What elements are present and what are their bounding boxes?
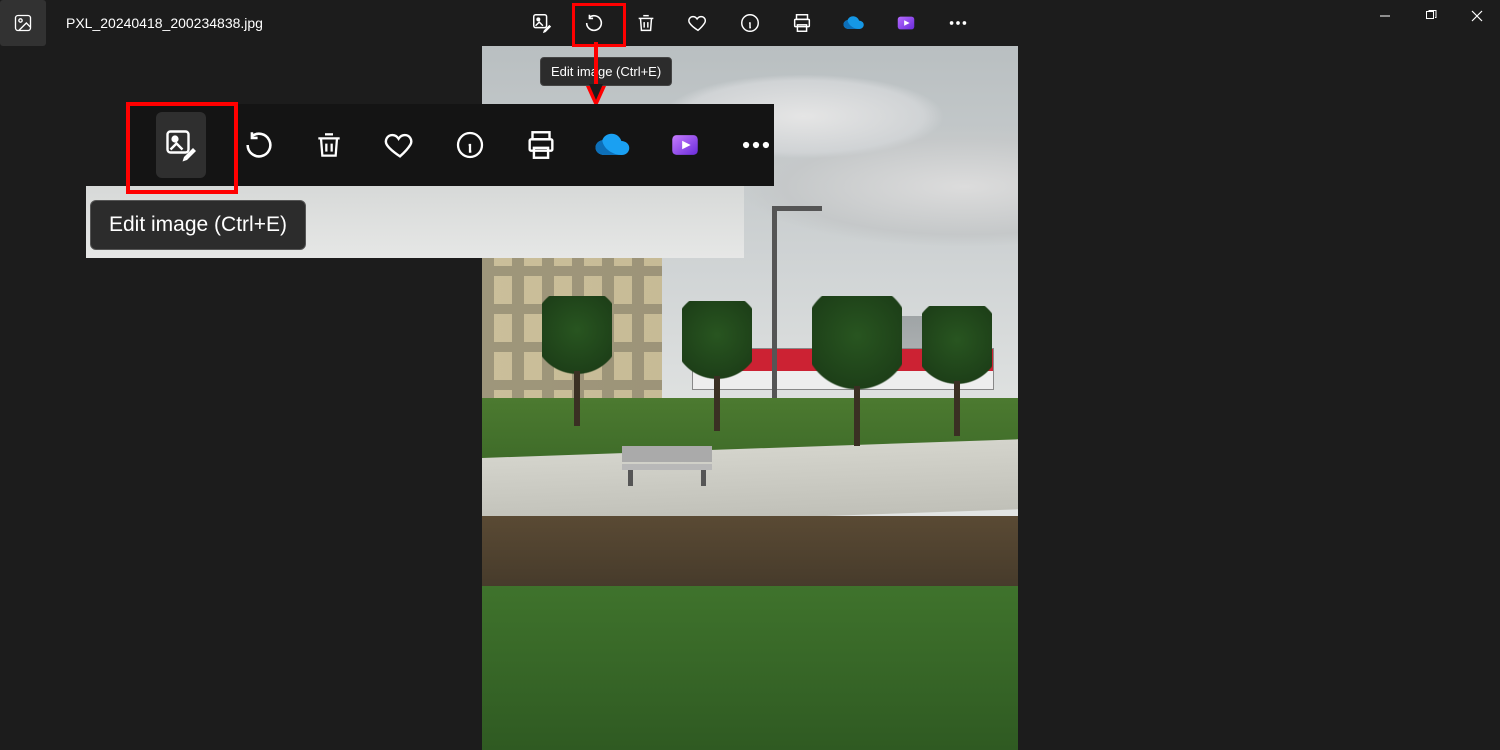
rotate-button[interactable] (579, 8, 609, 38)
photo-mulch (482, 516, 1018, 596)
clipchamp-button-large[interactable] (667, 121, 704, 169)
main-toolbar (527, 0, 973, 46)
onedrive-button[interactable] (839, 8, 869, 38)
edit-button[interactable] (527, 8, 557, 38)
more-button[interactable] (943, 8, 973, 38)
photo-tree (922, 306, 992, 436)
photo-tree (812, 296, 902, 446)
close-button[interactable] (1454, 0, 1500, 32)
info-button[interactable] (735, 8, 765, 38)
print-button-large[interactable] (522, 121, 559, 169)
delete-button[interactable] (631, 8, 661, 38)
more-button-large[interactable] (737, 121, 774, 169)
maximize-button[interactable] (1408, 0, 1454, 32)
photo-bench (622, 446, 712, 486)
favorite-button[interactable] (683, 8, 713, 38)
onedrive-button-large[interactable] (593, 121, 633, 169)
info-button-large[interactable] (452, 121, 489, 169)
delete-button-large[interactable] (311, 121, 348, 169)
photo-lawn (482, 586, 1018, 750)
edit-button-large[interactable] (156, 112, 206, 178)
print-button[interactable] (787, 8, 817, 38)
clipchamp-button[interactable] (891, 8, 921, 38)
tooltip-edit-large: Edit image (Ctrl+E) (90, 200, 306, 250)
photo-tree (682, 301, 752, 431)
gallery-icon[interactable] (0, 0, 46, 46)
favorite-button-large[interactable] (381, 121, 418, 169)
window-controls (1362, 0, 1500, 32)
file-title: PXL_20240418_200234838.jpg (66, 15, 263, 31)
enlarged-toolbar (126, 104, 774, 186)
rotate-button-large[interactable] (240, 121, 277, 169)
photo-tree (542, 296, 612, 426)
tooltip-edit-top: Edit image (Ctrl+E) (540, 57, 672, 86)
minimize-button[interactable] (1362, 0, 1408, 32)
